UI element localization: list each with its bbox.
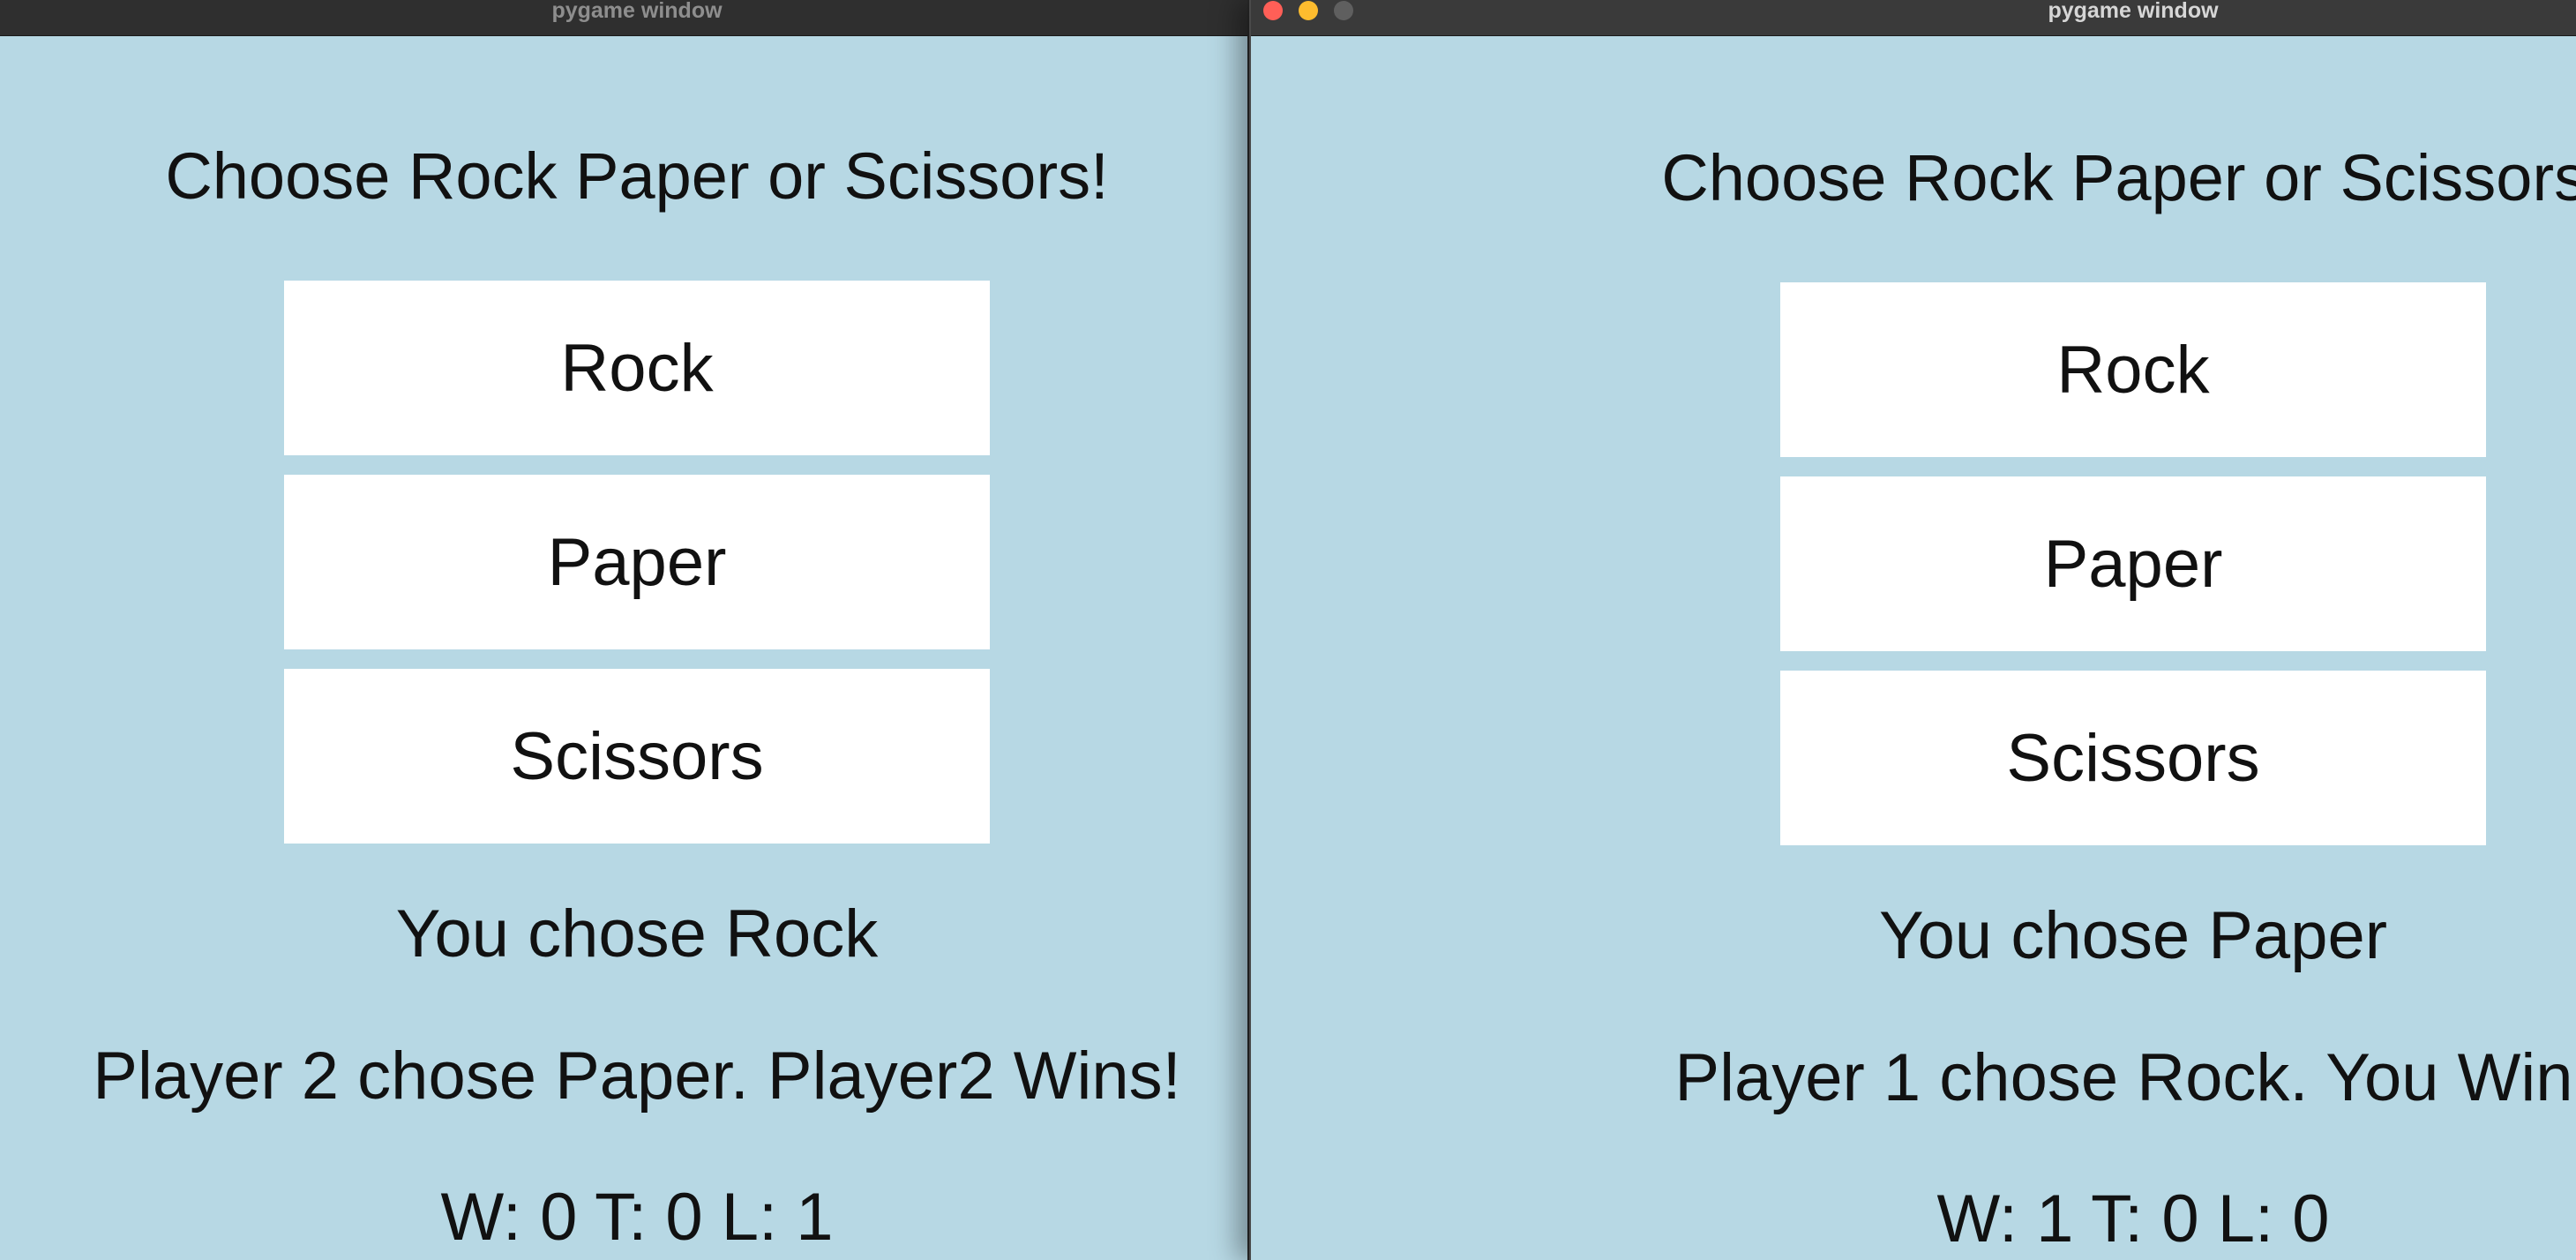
window-title: pygame window — [2048, 0, 2219, 23]
rock-button[interactable]: Rock — [284, 281, 990, 455]
zoom-window-icon[interactable] — [1334, 1, 1353, 20]
rock-button[interactable]: Rock — [1780, 282, 2486, 457]
your-choice-text: You chose Rock — [395, 896, 879, 971]
score-text: W: 0 T: 0 L: 1 — [440, 1180, 834, 1255]
title-bar[interactable]: pygame window — [0, 0, 1247, 36]
scissors-button[interactable]: Scissors — [284, 669, 990, 844]
minimize-window-icon[interactable] — [1299, 1, 1318, 20]
result-text: Player 1 chose Rock. You Win! — [1674, 1040, 2576, 1115]
title-bar[interactable]: pygame window — [1251, 0, 2576, 36]
paper-button[interactable]: Paper — [284, 475, 990, 649]
choose-prompt: Choose Rock Paper or Scissors! — [165, 139, 1109, 213]
your-choice-text: You chose Paper — [1878, 898, 2388, 973]
game-window-player-2: pygame window Choose Rock Paper or Sciss… — [1249, 0, 2576, 1260]
paper-button[interactable]: Paper — [1780, 476, 2486, 651]
window-title: pygame window — [551, 0, 723, 23]
scissors-button[interactable]: Scissors — [1780, 671, 2486, 845]
result-text: Player 2 chose Paper. Player2 Wins! — [93, 1039, 1181, 1114]
close-window-icon[interactable] — [1263, 1, 1283, 20]
choose-prompt: Choose Rock Paper or Scissors! — [1661, 141, 2576, 214]
game-window-player-1: pygame window Choose Rock Paper or Sciss… — [0, 0, 1247, 1260]
score-text: W: 1 T: 0 L: 0 — [1936, 1181, 2330, 1256]
